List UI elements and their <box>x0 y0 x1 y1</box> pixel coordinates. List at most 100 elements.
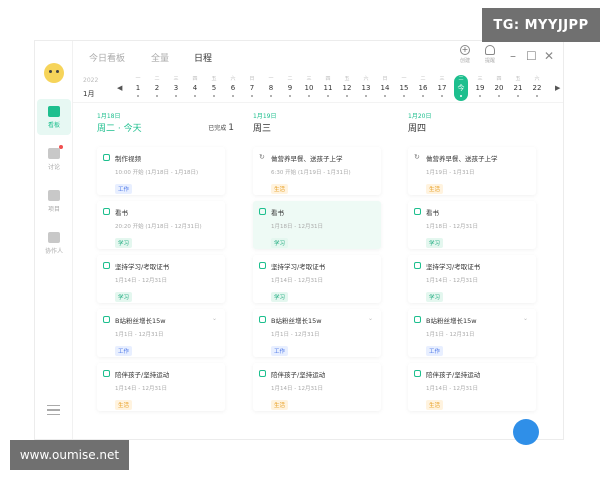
task-card[interactable]: ↻ 做营养早餐、送孩子上学 1月19日 - 1月31日 生活 <box>408 147 536 195</box>
task-checkbox[interactable] <box>414 370 421 377</box>
task-checkbox[interactable] <box>259 370 266 377</box>
next-arrow-icon[interactable]: ▶ <box>555 84 560 92</box>
task-checkbox[interactable] <box>103 208 110 215</box>
date-cell[interactable]: 二今 <box>454 75 468 101</box>
task-card[interactable]: B站粉丝增长15w 1月1日 - 12月31日 工作 ⌄ <box>253 309 381 357</box>
task-card[interactable]: ↻ 做营养早餐、送孩子上学 6:30 开始 (1月19日 - 1月31日) 生活 <box>253 147 381 195</box>
tab-all[interactable]: 全量 <box>151 51 169 64</box>
task-date-range: 1月14日 - 12月31日 <box>271 386 323 392</box>
date-cell[interactable]: 一 15 <box>397 75 411 101</box>
avatar[interactable] <box>44 63 64 83</box>
sidebar-item-label: 讨论 <box>47 163 60 171</box>
date-cell[interactable]: 一1 <box>131 75 145 101</box>
task-card[interactable]: 坚持学习/考取证书 1月14日 - 12月31日 学习 <box>97 255 225 303</box>
task-checkbox[interactable] <box>414 262 421 269</box>
day-number: 8 <box>268 84 274 92</box>
date-cell[interactable]: 二2 <box>150 75 164 101</box>
task-checkbox[interactable] <box>103 262 110 269</box>
chevron-down-icon[interactable]: ⌄ <box>368 315 373 322</box>
task-checkbox[interactable] <box>259 208 266 215</box>
task-tag: 学习 <box>271 238 289 248</box>
task-checkbox[interactable] <box>414 208 421 215</box>
sidebar-item-label: 看板 <box>47 121 60 129</box>
task-title: 做营养早餐、送孩子上学 <box>426 155 498 163</box>
sidebar-item-discussion[interactable]: 讨论 <box>37 141 71 177</box>
sidebar-item-project[interactable]: 项目 <box>37 183 71 219</box>
menu-icon[interactable] <box>47 405 60 415</box>
folder-icon <box>48 189 60 201</box>
day-number: 5 <box>211 84 217 92</box>
day-number: 20 <box>494 84 504 92</box>
task-checkbox[interactable] <box>103 154 110 161</box>
minimize-icon[interactable]: – <box>510 50 516 62</box>
date-cell[interactable]: 五 21 <box>511 75 525 101</box>
close-icon[interactable]: ✕ <box>544 50 554 62</box>
event-dot <box>327 95 329 97</box>
task-card[interactable]: 陪伴孩子/坚持运动 1月14日 - 12月31日 生活 <box>97 363 225 411</box>
task-card[interactable]: 看书 20:20 开始 (1月18日 - 12月31日) 学习 <box>97 201 225 249</box>
repeat-icon: ↻ <box>414 153 420 161</box>
tab-schedule[interactable]: 日程 <box>194 51 212 64</box>
date-cell[interactable]: 四 11 <box>321 75 335 101</box>
date-cell[interactable]: 五5 <box>207 75 221 101</box>
task-checkbox[interactable] <box>414 316 421 323</box>
plus-icon: + <box>460 45 470 55</box>
repeat-icon: ↻ <box>259 153 265 161</box>
date-cell[interactable]: 二9 <box>283 75 297 101</box>
completed-count[interactable]: 已完成 1 <box>208 123 234 133</box>
day-number: 19 <box>475 84 485 92</box>
tab-today-board[interactable]: 今日看板 <box>89 51 125 64</box>
top-bar: 今日看板 全量 日程 + 创建 提醒 – ☐ ✕ <box>73 41 563 71</box>
day-number: 10 <box>304 84 314 92</box>
task-date-range: 1月19日 - 1月31日 <box>426 170 475 176</box>
day-number: 今 <box>457 84 465 92</box>
day-number: 6 <box>230 84 236 92</box>
create-button[interactable]: + 创建 <box>454 45 476 71</box>
date-cell[interactable]: 四 20 <box>492 75 506 101</box>
task-card[interactable]: B站粉丝增长15w 1月1日 - 12月31日 工作 ⌄ <box>408 309 536 357</box>
day-number: 9 <box>287 84 293 92</box>
date-cell[interactable]: 三 17 <box>435 75 449 101</box>
prev-arrow-icon[interactable]: ◀ <box>117 84 122 92</box>
day-number: 14 <box>380 84 390 92</box>
date-cell[interactable]: 二 16 <box>416 75 430 101</box>
task-card[interactable]: B站粉丝增长15w 1月1日 - 12月31日 工作 ⌄ <box>97 309 225 357</box>
task-card[interactable]: 制作视频 10:00 开始 (1月18日 - 1月18日) 工作 <box>97 147 225 195</box>
date-cell[interactable]: 日7 <box>245 75 259 101</box>
date-cell[interactable]: 日 14 <box>378 75 392 101</box>
task-tag: 生活 <box>426 400 444 410</box>
task-card[interactable]: 坚持学习/考取证书 1月14日 - 12月31日 学习 <box>408 255 536 303</box>
task-card[interactable]: 看书 1月18日 - 12月31日 学习 <box>253 201 381 249</box>
task-checkbox[interactable] <box>259 316 266 323</box>
date-cell[interactable]: 一8 <box>264 75 278 101</box>
date-cell[interactable]: 六 13 <box>359 75 373 101</box>
task-checkbox[interactable] <box>103 316 110 323</box>
day-number: 11 <box>323 84 333 92</box>
date-cell[interactable]: 四4 <box>188 75 202 101</box>
task-title: 陪伴孩子/坚持运动 <box>271 371 326 379</box>
task-card[interactable]: 坚持学习/考取证书 1月14日 - 12月31日 学习 <box>253 255 381 303</box>
day-number: 16 <box>418 84 428 92</box>
chevron-down-icon[interactable]: ⌄ <box>212 315 217 322</box>
date-cell[interactable]: 三3 <box>169 75 183 101</box>
task-checkbox[interactable] <box>259 262 266 269</box>
task-card[interactable]: 陪伴孩子/坚持运动 1月14日 - 12月31日 生活 <box>408 363 536 411</box>
date-cell[interactable]: 五 12 <box>340 75 354 101</box>
maximize-icon[interactable]: ☐ <box>526 50 537 62</box>
date-cell[interactable]: 三 10 <box>302 75 316 101</box>
task-tag: 工作 <box>271 346 289 356</box>
task-card[interactable]: 看书 1月18日 - 12月31日 学习 <box>408 201 536 249</box>
weekday-label: 一 <box>135 76 141 82</box>
date-cell[interactable]: 六 22 <box>530 75 544 101</box>
column-weekday: 周四 <box>408 124 427 134</box>
chevron-down-icon[interactable]: ⌄ <box>523 315 528 322</box>
sidebar-item-collaborators[interactable]: 协作人 <box>37 225 71 261</box>
date-cell[interactable]: 三 19 <box>473 75 487 101</box>
task-checkbox[interactable] <box>103 370 110 377</box>
sidebar-item-board[interactable]: 看板 <box>37 99 71 135</box>
floating-action-button[interactable] <box>513 419 539 445</box>
task-card[interactable]: 陪伴孩子/坚持运动 1月14日 - 12月31日 生活 <box>253 363 381 411</box>
task-date-range: 1月14日 - 12月31日 <box>115 278 167 284</box>
remind-button[interactable]: 提醒 <box>479 45 501 71</box>
date-cell[interactable]: 六6 <box>226 75 240 101</box>
